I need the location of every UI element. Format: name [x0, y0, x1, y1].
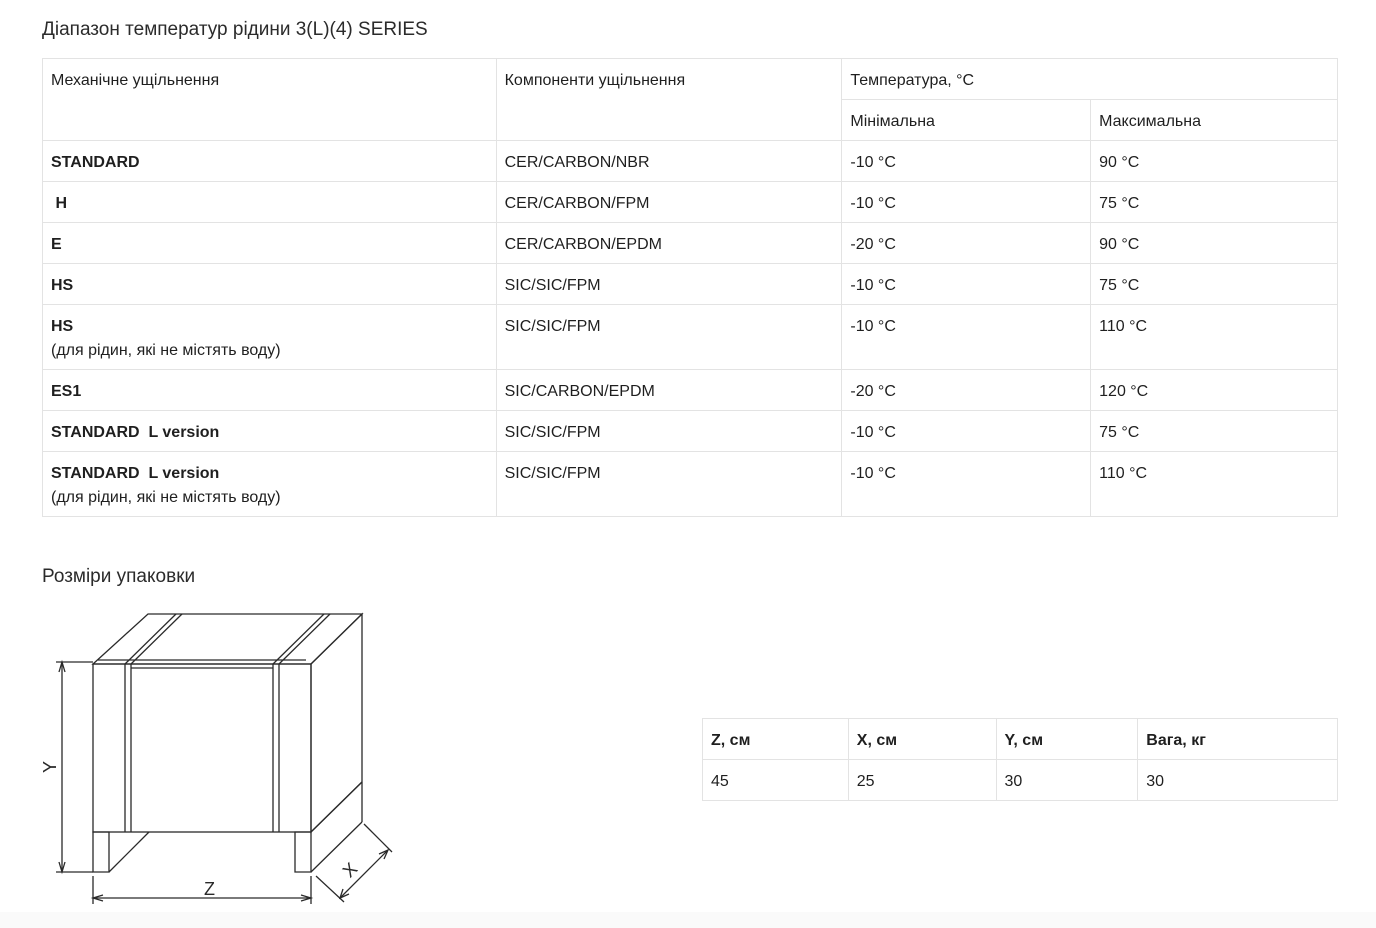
table-row: HS SIC/SIC/FPM -10 °C 75 °C: [42, 263, 1338, 305]
label-z: Z: [204, 879, 215, 899]
value-weight: 30: [1137, 759, 1338, 801]
components-cell: CER/CARBON/EPDM: [495, 222, 843, 264]
max-cell: 75 °C: [1090, 181, 1338, 223]
seal-cell: HS (для рідин, які не містять воду): [42, 304, 497, 370]
label-y: Y: [40, 761, 60, 773]
label-x: X: [339, 859, 362, 882]
components-cell: CER/CARBON/FPM: [495, 181, 843, 223]
header-y: Y, см: [995, 718, 1139, 760]
min-cell: -10 °C: [841, 263, 1092, 305]
components-cell: SIC/SIC/FPM: [495, 263, 843, 305]
box-leg: [92, 831, 110, 873]
box-edge: [310, 781, 363, 833]
box-leg-edge: [108, 831, 150, 873]
package-box-diagram: Y Z X: [40, 612, 393, 904]
max-cell: 90 °C: [1090, 222, 1338, 264]
dimension-tick: [363, 823, 393, 853]
page-footer-strip: [0, 912, 1376, 928]
seal-name: HS: [51, 318, 74, 335]
strap-line: [130, 613, 183, 665]
seal-cell: STANDARD L version (для рідин, які не мі…: [42, 451, 497, 517]
table-row: STANDARD L version (для рідин, які не мі…: [42, 451, 1338, 517]
header-min: Мінімальна: [841, 99, 1092, 141]
temperature-section-title: Діапазон температур рідини 3(L)(4) SERIE…: [42, 19, 428, 40]
table-header-row: Z, см X, см Y, см Вага, кг: [702, 718, 1338, 760]
min-cell: -20 °C: [841, 222, 1092, 264]
header-seal: Механічне ущільнення: [42, 58, 497, 141]
table-row: 45 25 30 30: [702, 759, 1338, 801]
table-header-row: Механічне ущільнення Компоненти ущільнен…: [42, 58, 1338, 141]
min-cell: -20 °C: [841, 369, 1092, 411]
seal-note: (для рідин, які не містять воду): [51, 489, 281, 506]
seal-name: H: [51, 195, 67, 212]
header-max: Максимальна: [1090, 99, 1338, 141]
box-leg: [294, 831, 312, 873]
table-row: HS (для рідин, які не містять воду) SIC/…: [42, 304, 1338, 370]
seal-cell: E: [42, 222, 497, 264]
max-cell: 110 °C: [1090, 451, 1338, 517]
table-row: H CER/CARBON/FPM -10 °C 75 °C: [42, 181, 1338, 223]
seal-name: ES1: [51, 383, 82, 400]
value-x: 25: [847, 759, 997, 801]
table-row: STANDARD L version SIC/SIC/FPM -10 °C 75…: [42, 410, 1338, 452]
max-cell: 110 °C: [1090, 304, 1338, 370]
min-cell: -10 °C: [841, 304, 1092, 370]
value-y: 30: [995, 759, 1139, 801]
min-cell: -10 °C: [841, 181, 1092, 223]
min-cell: -10 °C: [841, 410, 1092, 452]
seal-cell: STANDARD L version: [42, 410, 497, 452]
components-cell: SIC/SIC/FPM: [495, 451, 843, 517]
seal-cell: H: [42, 181, 497, 223]
max-cell: 120 °C: [1090, 369, 1338, 411]
components-cell: SIC/SIC/FPM: [495, 304, 843, 370]
seal-cell: HS: [42, 263, 497, 305]
min-cell: -10 °C: [841, 451, 1092, 517]
components-cell: SIC/SIC/FPM: [495, 410, 843, 452]
seal-cell: ES1: [42, 369, 497, 411]
header-components: Компоненти ущільнення: [495, 58, 843, 141]
header-x: X, см: [847, 718, 997, 760]
seal-name: E: [51, 236, 62, 253]
header-temperature: Температура, °C: [841, 58, 1338, 100]
strap-line: [278, 613, 331, 665]
package-dimensions-table: Z, см X, см Y, см Вага, кг 45 25 30 30: [702, 718, 1338, 801]
max-cell: 90 °C: [1090, 140, 1338, 182]
box-right-face: [310, 612, 363, 834]
components-cell: CER/CARBON/NBR: [495, 140, 843, 182]
min-cell: -10 °C: [841, 140, 1092, 182]
strap-line: [124, 613, 177, 665]
strap-line: [272, 613, 325, 665]
components-cell: SIC/CARBON/EPDM: [495, 369, 843, 411]
header-weight: Вага, кг: [1137, 718, 1338, 760]
seal-name: HS: [51, 277, 74, 294]
box-front-face: [92, 663, 312, 833]
header-z: Z, см: [702, 718, 849, 760]
table-row: STANDARD CER/CARBON/NBR -10 °C 90 °C: [42, 140, 1338, 182]
table-row: E CER/CARBON/EPDM -20 °C 90 °C: [42, 222, 1338, 264]
package-section-title: Розміри упаковки: [42, 566, 196, 587]
box-leg-edge: [310, 821, 363, 873]
value-z: 45: [702, 759, 849, 801]
seal-name: STANDARD L version: [51, 465, 220, 482]
seal-cell: STANDARD: [42, 140, 497, 182]
seal-name: STANDARD L version: [51, 424, 220, 441]
max-cell: 75 °C: [1090, 410, 1338, 452]
max-cell: 75 °C: [1090, 263, 1338, 305]
seal-name: STANDARD: [51, 154, 140, 171]
seal-note: (для рідин, які не містять воду): [51, 342, 281, 359]
temperature-table: Механічне ущільнення Компоненти ущільнен…: [42, 58, 1338, 517]
table-row: ES1 SIC/CARBON/EPDM -20 °C 120 °C: [42, 369, 1338, 411]
